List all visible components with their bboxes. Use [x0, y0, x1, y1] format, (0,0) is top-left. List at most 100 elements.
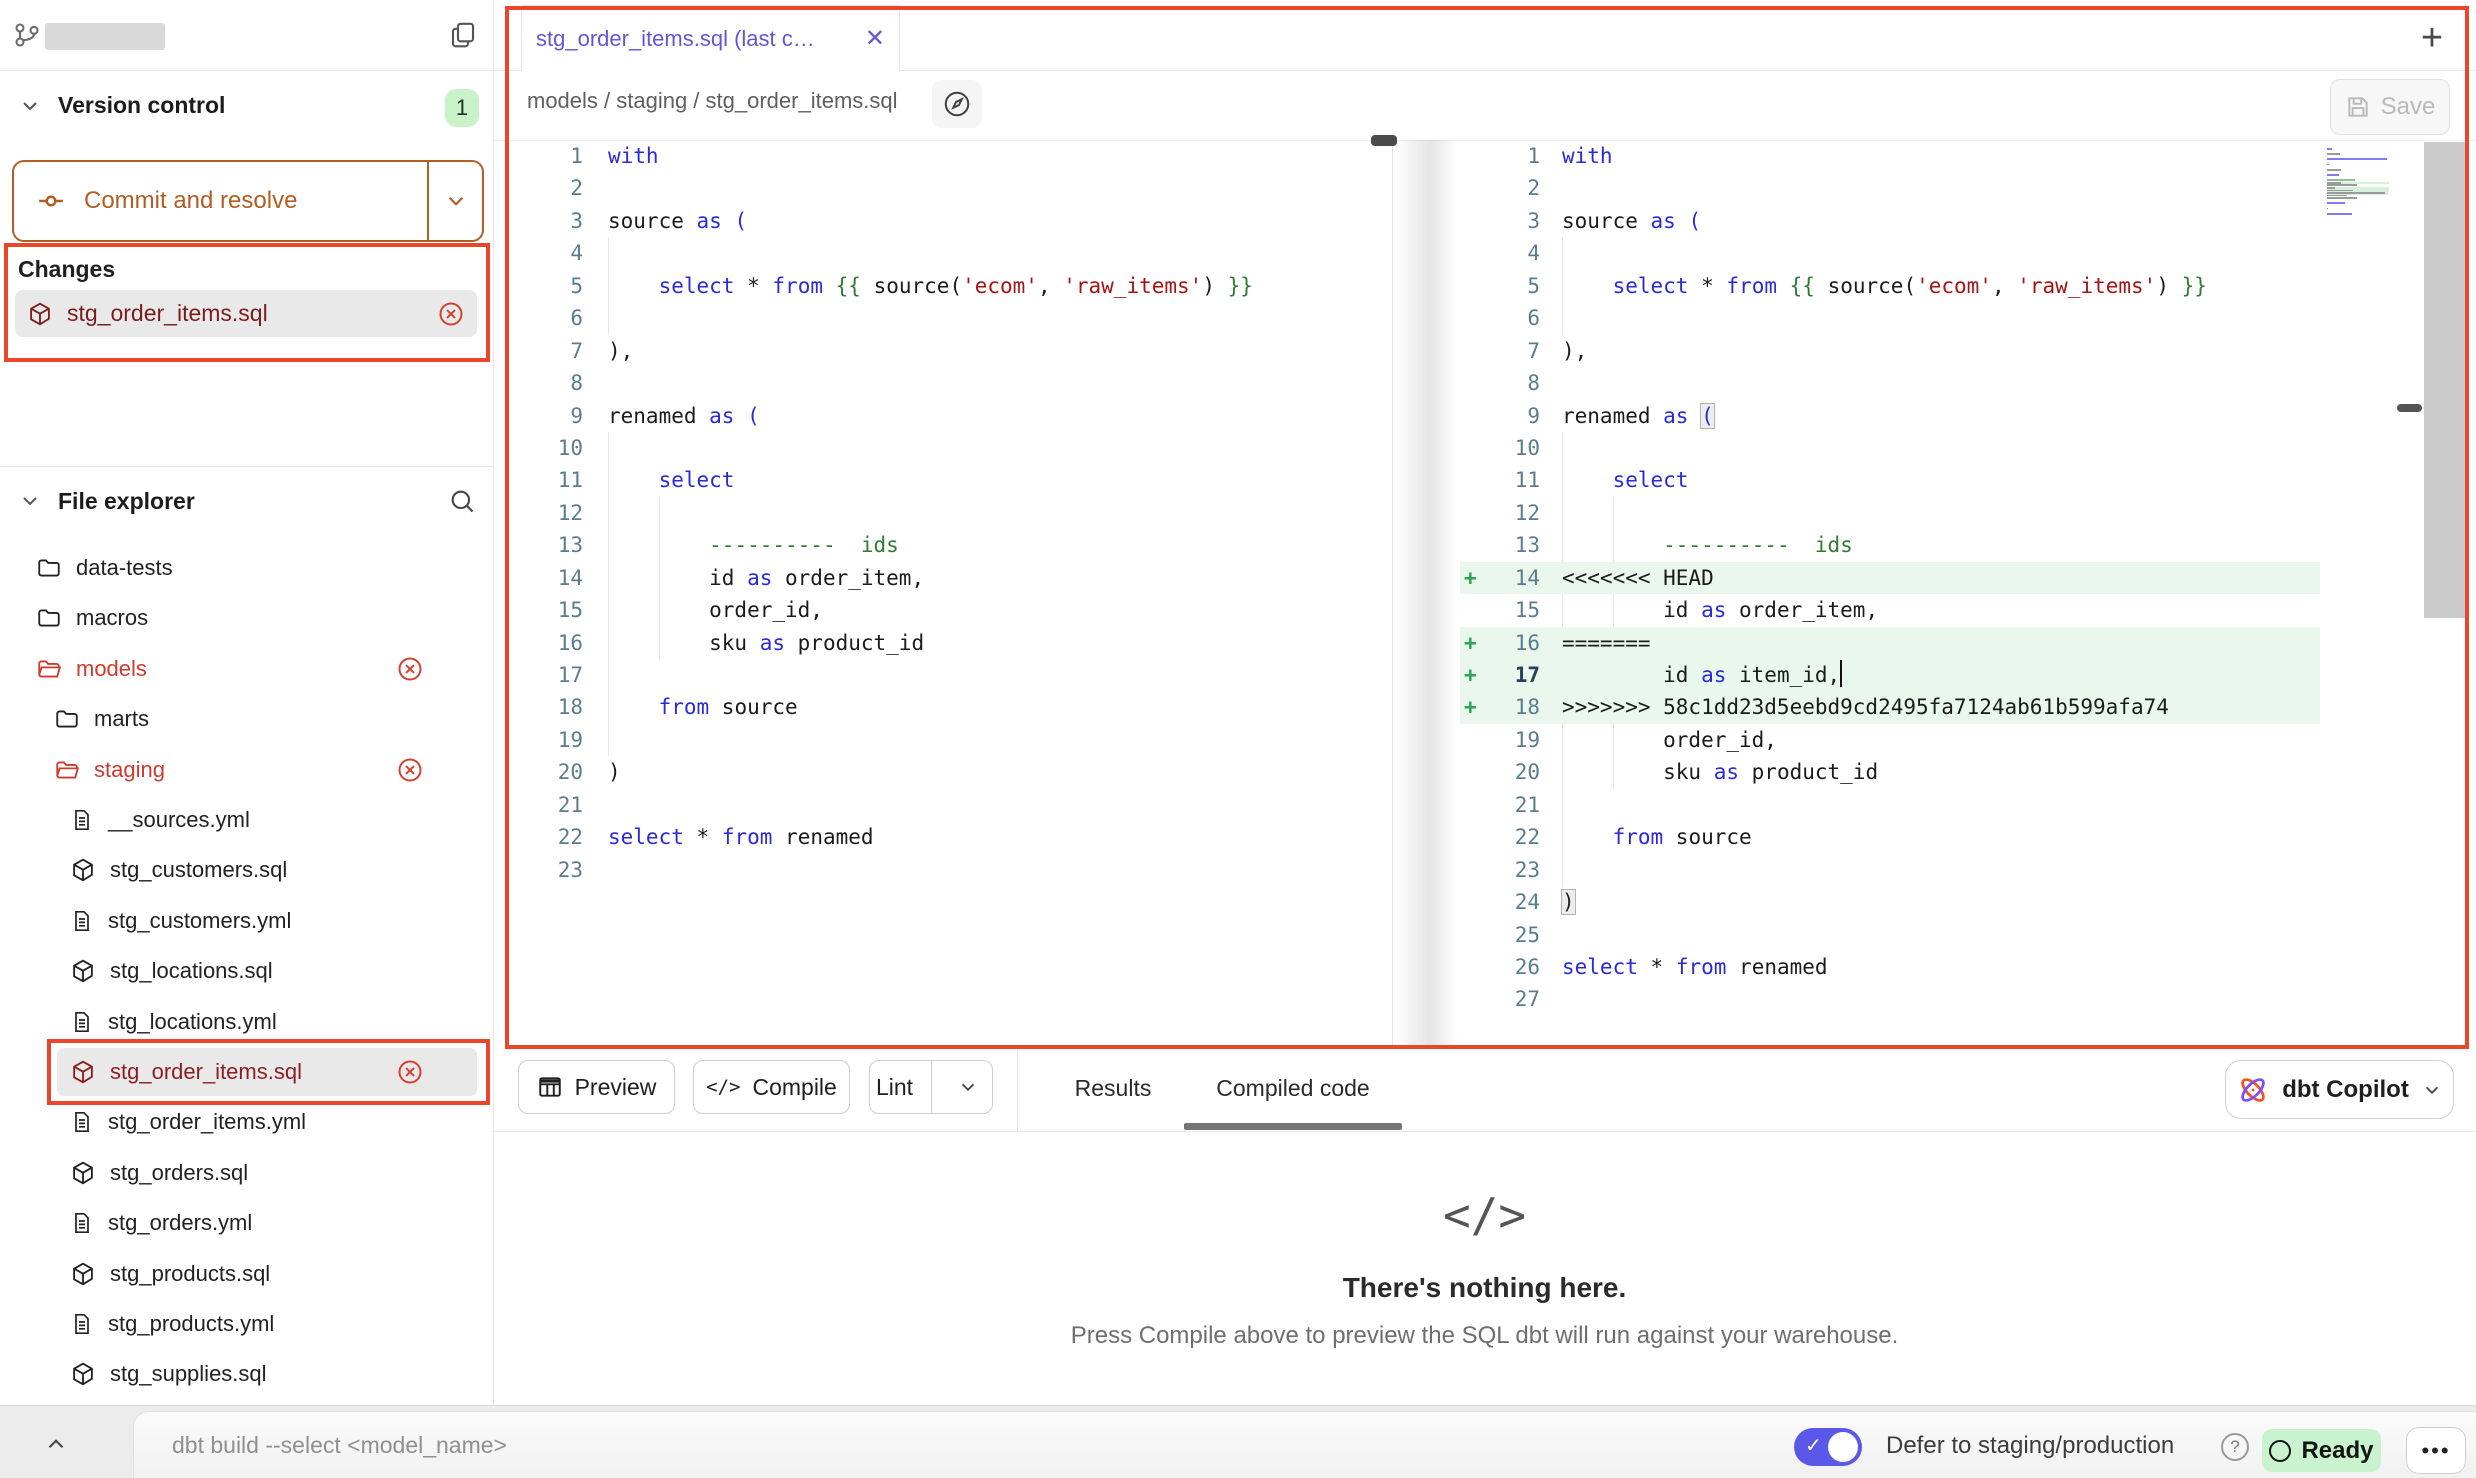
- commit-options-caret[interactable]: [429, 162, 482, 240]
- code-line-15[interactable]: 15 order_id,: [507, 594, 1393, 626]
- discard-change-icon[interactable]: [396, 655, 424, 683]
- file-row-stg-locations-sql[interactable]: stg_locations.sql: [0, 946, 493, 996]
- code-line-20[interactable]: 20 sku as product_id: [1460, 756, 2320, 788]
- code-editor-left[interactable]: 1with23source as (45 select * from {{ so…: [507, 140, 1393, 886]
- file-row-staging[interactable]: staging: [0, 745, 493, 795]
- code-line-25[interactable]: 25: [1460, 919, 2320, 951]
- code-line-12[interactable]: 12: [1460, 497, 2320, 529]
- lint-options-caret[interactable]: [944, 1076, 992, 1098]
- file-row--sources-yml[interactable]: __sources.yml: [0, 795, 493, 845]
- code-line-8[interactable]: 8: [507, 367, 1393, 399]
- tab-results[interactable]: Results: [1075, 1060, 1151, 1116]
- code-line-1[interactable]: 1with: [1460, 140, 2320, 172]
- editor-tab-stg-order-items[interactable]: stg_order_items.sql (last c… ✕: [521, 5, 900, 71]
- code-line-7[interactable]: 7),: [1460, 335, 2320, 367]
- file-row-marts[interactable]: marts: [0, 694, 493, 744]
- file-row-data-tests[interactable]: data-tests: [0, 543, 493, 593]
- search-icon[interactable]: [448, 487, 476, 515]
- more-options-button[interactable]: •••: [2406, 1427, 2466, 1474]
- tab-compiled-code[interactable]: Compiled code: [1211, 1060, 1375, 1116]
- code-line-3[interactable]: 3source as (: [507, 205, 1393, 237]
- copy-icon[interactable]: [448, 20, 478, 50]
- code-line-9[interactable]: 9renamed as (: [1460, 400, 2320, 432]
- save-button[interactable]: Save: [2330, 79, 2450, 135]
- code-line-5[interactable]: 5 select * from {{ source('ecom', 'raw_i…: [507, 270, 1393, 302]
- command-input[interactable]: dbt build --select <model_name>: [172, 1432, 507, 1459]
- ready-status-badge[interactable]: Ready: [2262, 1429, 2381, 1472]
- file-row-stg-order-items-yml[interactable]: stg_order_items.yml: [0, 1097, 493, 1147]
- code-line-10[interactable]: 10: [1460, 432, 2320, 464]
- lineage-compass-icon[interactable]: [932, 80, 982, 128]
- code-line-10[interactable]: 10: [507, 432, 1393, 464]
- code-line-21[interactable]: 21: [1460, 789, 2320, 821]
- code-line-5[interactable]: 5 select * from {{ source('ecom', 'raw_i…: [1460, 270, 2320, 302]
- file-row-stg-supplies-sql[interactable]: stg_supplies.sql: [0, 1349, 493, 1399]
- code-line-27[interactable]: 27: [1460, 983, 2320, 1015]
- code-line-13[interactable]: 13 ---------- ids: [507, 529, 1393, 561]
- code-line-1[interactable]: 1with: [507, 140, 1393, 172]
- file-row-stg-products-yml[interactable]: stg_products.yml: [0, 1299, 493, 1349]
- code-line-2[interactable]: 2: [1460, 172, 2320, 204]
- code-line-22[interactable]: 22 from source: [1460, 821, 2320, 853]
- code-line-17[interactable]: +17 id as item_id,: [1460, 659, 2320, 691]
- changes-item-stg-order-items[interactable]: stg_order_items.sql: [15, 290, 477, 337]
- lint-button[interactable]: Lint: [869, 1060, 993, 1114]
- file-row-stg-products-sql[interactable]: stg_products.sql: [0, 1249, 493, 1299]
- code-line-14[interactable]: 14 id as order_item,: [507, 562, 1393, 594]
- file-row-stg-order-items-sql[interactable]: stg_order_items.sql: [0, 1047, 493, 1097]
- code-line-23[interactable]: 23: [507, 854, 1393, 886]
- file-row-stg-orders-yml[interactable]: stg_orders.yml: [0, 1198, 493, 1248]
- code-line-2[interactable]: 2: [507, 172, 1393, 204]
- file-row-stg-orders-sql[interactable]: stg_orders.sql: [0, 1148, 493, 1198]
- code-line-21[interactable]: 21: [507, 789, 1393, 821]
- left-editor-scrollbar[interactable]: [1371, 135, 1397, 146]
- right-editor-scrollbar[interactable]: [2424, 142, 2467, 618]
- file-row-stg-customers-sql[interactable]: stg_customers.sql: [0, 845, 493, 895]
- code-line-26[interactable]: 26select * from renamed: [1460, 951, 2320, 983]
- help-icon[interactable]: ?: [2221, 1433, 2249, 1461]
- new-tab-button[interactable]: +: [2408, 14, 2456, 62]
- code-line-7[interactable]: 7),: [507, 335, 1393, 367]
- code-line-11[interactable]: 11 select: [507, 464, 1393, 496]
- code-line-24[interactable]: 24): [1460, 886, 2320, 918]
- code-line-20[interactable]: 20): [507, 756, 1393, 788]
- compile-button[interactable]: </> Compile: [693, 1060, 850, 1114]
- file-row-stg-customers-yml[interactable]: stg_customers.yml: [0, 896, 493, 946]
- code-line-8[interactable]: 8: [1460, 367, 2320, 399]
- defer-toggle[interactable]: ✓: [1794, 1428, 1862, 1466]
- code-line-12[interactable]: 12: [507, 497, 1393, 529]
- file-row-models[interactable]: models: [0, 644, 493, 694]
- collapse-chevron-icon[interactable]: [36, 1426, 76, 1462]
- version-control-header[interactable]: Version control: [18, 92, 225, 119]
- code-line-22[interactable]: 22select * from renamed: [507, 821, 1393, 853]
- dbt-copilot-button[interactable]: dbt Copilot: [2225, 1060, 2454, 1119]
- code-line-16[interactable]: 16 sku as product_id: [507, 627, 1393, 659]
- close-tab-icon[interactable]: ✕: [865, 24, 885, 53]
- code-line-18[interactable]: +18>>>>>>> 58c1dd23d5eebd9cd2495fa7124ab…: [1460, 691, 2320, 723]
- code-line-6[interactable]: 6: [1460, 302, 2320, 334]
- code-line-4[interactable]: 4: [1460, 237, 2320, 269]
- code-line-15[interactable]: 15 id as order_item,: [1460, 594, 2320, 626]
- code-line-6[interactable]: 6: [507, 302, 1393, 334]
- code-line-13[interactable]: 13 ---------- ids: [1460, 529, 2320, 561]
- code-editor-right[interactable]: 1with23source as (45 select * from {{ so…: [1460, 140, 2320, 1016]
- file-row-stg-locations-yml[interactable]: stg_locations.yml: [0, 997, 493, 1047]
- code-line-14[interactable]: +14<<<<<<< HEAD: [1460, 562, 2320, 594]
- discard-change-icon[interactable]: [437, 300, 465, 328]
- minimap-slider[interactable]: [2397, 404, 2422, 412]
- code-line-3[interactable]: 3source as (: [1460, 205, 2320, 237]
- code-line-16[interactable]: +16=======: [1460, 627, 2320, 659]
- chevron-down-icon[interactable]: [18, 489, 42, 513]
- code-line-23[interactable]: 23: [1460, 854, 2320, 886]
- code-line-9[interactable]: 9renamed as (: [507, 400, 1393, 432]
- code-line-4[interactable]: 4: [507, 237, 1393, 269]
- preview-button[interactable]: Preview: [518, 1060, 675, 1114]
- discard-change-icon[interactable]: [396, 1058, 424, 1086]
- file-row-macros[interactable]: macros: [0, 593, 493, 643]
- code-line-11[interactable]: 11 select: [1460, 464, 2320, 496]
- code-line-18[interactable]: 18 from source: [507, 691, 1393, 723]
- code-line-17[interactable]: 17: [507, 659, 1393, 691]
- discard-change-icon[interactable]: [396, 756, 424, 784]
- commit-and-resolve-button[interactable]: Commit and resolve: [12, 160, 484, 242]
- code-line-19[interactable]: 19: [507, 724, 1393, 756]
